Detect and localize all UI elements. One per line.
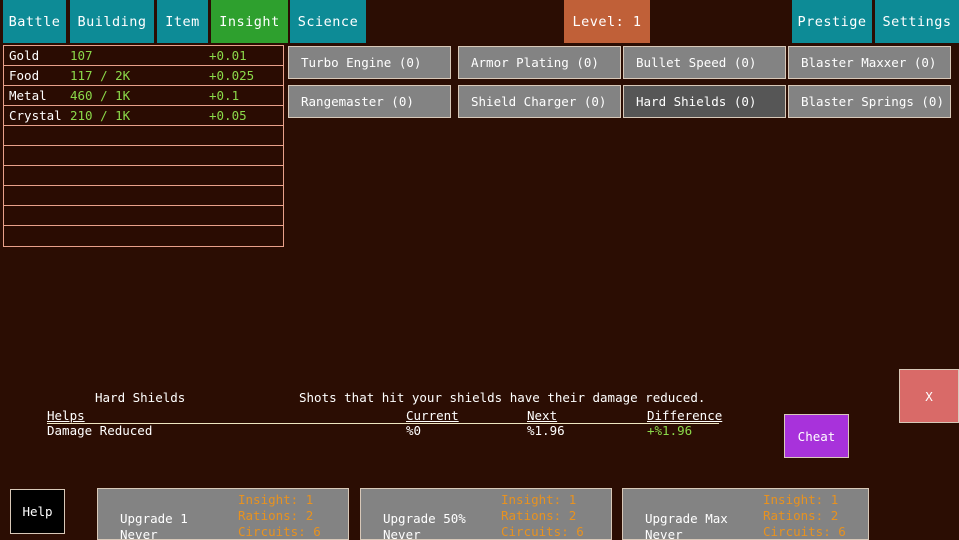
upgrade-button-armor-plating[interactable]: Armor Plating (0) bbox=[458, 46, 621, 79]
resource-amount: 107 bbox=[70, 48, 93, 63]
detail-description: Shots that hit your shields have their d… bbox=[299, 390, 706, 405]
upgrade-button-hard-shields[interactable]: Hard Shields (0) bbox=[623, 85, 786, 118]
resource-row bbox=[4, 226, 283, 246]
detail-header-helps: Helps bbox=[47, 408, 85, 423]
resource-rate: +0.025 bbox=[209, 68, 255, 83]
resource-row bbox=[4, 206, 283, 226]
resource-row bbox=[4, 186, 283, 206]
tab-prestige[interactable]: Prestige bbox=[792, 0, 872, 43]
tab-item[interactable]: Item bbox=[157, 0, 208, 43]
detail-header-difference: Difference bbox=[647, 408, 723, 423]
detail-row-helps: Damage Reduced bbox=[47, 423, 153, 438]
purchase-panel-label: Upgrade Max Never bbox=[645, 511, 728, 540]
purchase-panel-label: Upgrade 50% Never bbox=[383, 511, 466, 540]
upgrade-button-turbo-engine[interactable]: Turbo Engine (0) bbox=[288, 46, 451, 79]
purchase-panel-label: Upgrade 1 Never bbox=[120, 511, 188, 540]
tab-science[interactable]: Science bbox=[290, 0, 366, 43]
resource-table: Gold 107 +0.01 Food 117 / 2K +0.025 Metal 460 /… bbox=[3, 45, 284, 247]
resource-amount: 210 / 1K bbox=[70, 108, 131, 123]
resource-row bbox=[4, 146, 283, 166]
detail-row-difference: +%1.96 bbox=[647, 423, 693, 438]
resource-row: Metal 460 / 1K +0.1 bbox=[4, 86, 283, 106]
level-badge[interactable]: Level: 1 bbox=[564, 0, 650, 43]
cheat-button[interactable]: Cheat bbox=[784, 414, 849, 458]
purchase-panel-costs: Insight: 1 Rations: 2 Circuits: 6 bbox=[763, 492, 846, 539]
resource-row: Food 117 / 2K +0.025 bbox=[4, 66, 283, 86]
upgrade-button-shield-charger[interactable]: Shield Charger (0) bbox=[458, 85, 621, 118]
resource-name: Crystal bbox=[9, 108, 62, 123]
resource-amount: 460 / 1K bbox=[70, 88, 131, 103]
purchase-panel-1[interactable]: Upgrade 1 Never Insight: 1 Rations: 2 Cir… bbox=[97, 488, 349, 540]
detail-header-current: Current bbox=[406, 408, 459, 423]
resource-rate: +0.01 bbox=[209, 48, 247, 63]
detail-row-next: %1.96 bbox=[527, 423, 565, 438]
purchase-panel-costs: Insight: 1 Rations: 2 Circuits: 6 bbox=[238, 492, 321, 539]
upgrade-button-rangemaster[interactable]: Rangemaster (0) bbox=[288, 85, 451, 118]
upgrade-button-bullet-speed[interactable]: Bullet Speed (0) bbox=[623, 46, 786, 79]
resource-amount: 117 / 2K bbox=[70, 68, 131, 83]
resource-rate: +0.05 bbox=[209, 108, 247, 123]
top-tab-bar: Battle Building Item Insight Science Level: 1… bbox=[0, 0, 959, 43]
resource-row: Gold 107 +0.01 bbox=[4, 46, 283, 66]
tab-insight[interactable]: Insight bbox=[211, 0, 288, 43]
upgrade-button-blaster-maxxer[interactable]: Blaster Maxxer (0) bbox=[788, 46, 951, 79]
purchase-panel-2[interactable]: Upgrade 50% Never Insight: 1 Rations: 2 C… bbox=[360, 488, 612, 540]
purchase-panel-costs: Insight: 1 Rations: 2 Circuits: 6 bbox=[501, 492, 584, 539]
resource-name: Gold bbox=[9, 48, 40, 63]
game-root: Battle Building Item Insight Science Level: 1… bbox=[0, 0, 959, 540]
close-button[interactable]: X bbox=[899, 369, 959, 423]
tab-battle[interactable]: Battle bbox=[3, 0, 66, 43]
help-button[interactable]: Help bbox=[10, 489, 65, 534]
detail-row-current: %0 bbox=[406, 423, 422, 438]
detail-title: Hard Shields bbox=[95, 390, 186, 405]
detail-header-next: Next bbox=[527, 408, 558, 423]
purchase-panel-3[interactable]: Upgrade Max Never Insight: 1 Rations: 2 C… bbox=[622, 488, 869, 540]
resource-row bbox=[4, 166, 283, 186]
upgrade-button-blaster-springs[interactable]: Blaster Springs (0) bbox=[788, 85, 951, 118]
resource-row: Crystal 210 / 1K +0.05 bbox=[4, 106, 283, 126]
tab-building[interactable]: Building bbox=[70, 0, 154, 43]
resource-rate: +0.1 bbox=[209, 88, 240, 103]
resource-name: Metal bbox=[9, 88, 47, 103]
resource-row bbox=[4, 126, 283, 146]
tab-settings[interactable]: Settings bbox=[875, 0, 959, 43]
resource-name: Food bbox=[9, 68, 40, 83]
